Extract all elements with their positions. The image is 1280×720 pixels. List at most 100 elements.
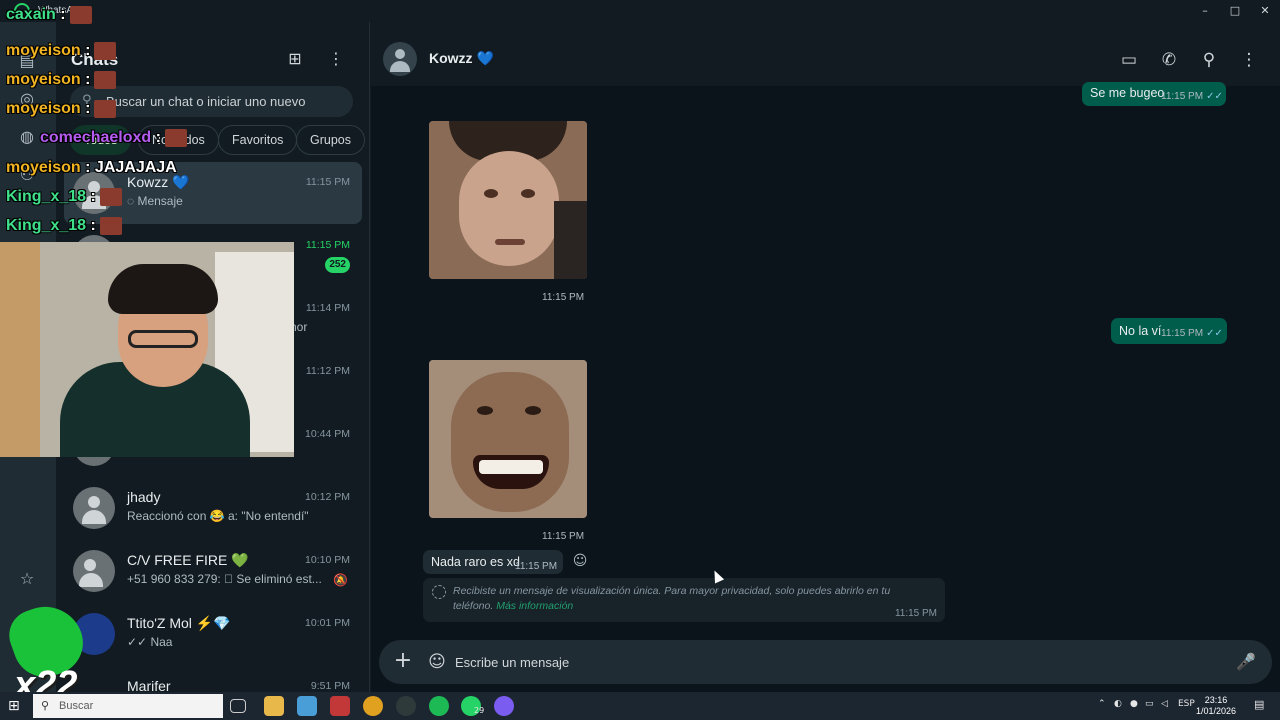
message-time: 11:15 PM bbox=[542, 292, 585, 303]
file-explorer-icon[interactable] bbox=[264, 696, 284, 716]
attach-icon[interactable]: + bbox=[391, 650, 415, 674]
message-time: 11:15 PM ✓✓ bbox=[1161, 91, 1223, 102]
chat-time: 11:15 PM bbox=[305, 239, 350, 251]
chat-search-input[interactable] bbox=[106, 90, 346, 112]
chat-row-marifer[interactable]: Marifer 9:51 PM bbox=[64, 666, 362, 692]
chat-row-free-fire[interactable]: C/V FREE FIRE 💚 10:10 PM +51 960 833 279… bbox=[64, 540, 362, 602]
stream-chat-line: caxain : bbox=[6, 6, 92, 24]
microphone-icon[interactable]: 🎤 bbox=[1234, 650, 1258, 674]
message-time: 11:15 PM ✓✓ bbox=[1161, 328, 1223, 339]
emote-icon bbox=[94, 100, 117, 118]
filter-favorites[interactable]: Favoritos bbox=[218, 125, 298, 155]
chat-name: C/V FREE FIRE 💚 bbox=[127, 552, 249, 568]
unread-badge: 252 bbox=[325, 257, 350, 273]
stream-chat-line: comechaeloxd : bbox=[40, 129, 187, 147]
react-emoji-icon[interactable]: ☺ bbox=[571, 552, 589, 570]
clock-time: 23:16 bbox=[1204, 695, 1228, 705]
emote-icon bbox=[99, 188, 122, 206]
language-indicator[interactable]: ESP bbox=[1178, 699, 1195, 709]
app-icon[interactable] bbox=[494, 696, 514, 716]
spotify-icon[interactable] bbox=[429, 696, 449, 716]
chrome-icon[interactable] bbox=[363, 696, 383, 716]
message-time: 11:15 PM bbox=[894, 608, 937, 619]
emote-icon bbox=[94, 71, 117, 89]
title-bar: WhatsApp – □ ✕ bbox=[0, 0, 1280, 22]
stream-chat-line: King_x_18 : bbox=[6, 217, 122, 235]
chat-name: Marifer bbox=[127, 678, 171, 692]
app-icon[interactable] bbox=[330, 696, 350, 716]
emote-icon bbox=[94, 42, 117, 60]
network-icon[interactable]: ▭ bbox=[1145, 699, 1154, 709]
taskbar-search[interactable]: ⚲ Buscar bbox=[33, 694, 223, 718]
webcam-overlay bbox=[0, 242, 294, 457]
chat-time: 11:12 PM bbox=[305, 365, 350, 377]
windows-taskbar: ⊞ ⚲ Buscar 29 ⌃ ◐ ● ▭ ◁ ESP 23:16 1/01/20… bbox=[0, 692, 1280, 720]
system-clock[interactable]: 23:16 1/01/2026 bbox=[1196, 695, 1236, 717]
emote-icon bbox=[69, 6, 92, 24]
stream-chat-line: moyeison : bbox=[6, 100, 117, 118]
chat-time: 9:51 PM bbox=[310, 680, 350, 692]
message-composer: + ☺ 🎤 bbox=[379, 640, 1272, 684]
message-text: No la ví bbox=[1119, 324, 1162, 338]
chat-time: 10:44 PM bbox=[305, 428, 350, 440]
message-text: Se me bugeo bbox=[1090, 86, 1165, 100]
chat-preview: Reaccionó con 😂 a: "No entendí" bbox=[127, 509, 309, 523]
view-once-notice: Recibiste un mensaje de visualización ún… bbox=[423, 578, 945, 622]
search-icon: ⚲ bbox=[41, 699, 50, 712]
voice-call-icon[interactable]: ✆ bbox=[1157, 48, 1181, 72]
contact-name[interactable]: Kowzz 💙 bbox=[429, 50, 494, 67]
emote-icon bbox=[164, 129, 187, 147]
chat-preview: ◌ Mensaje bbox=[127, 194, 183, 208]
clock-date: 1/01/2026 bbox=[1196, 706, 1237, 716]
search-icon[interactable]: ⚲ bbox=[1197, 48, 1221, 72]
message-outgoing[interactable]: Se me bugeo 11:15 PM ✓✓ bbox=[1082, 82, 1226, 106]
task-view-icon[interactable] bbox=[230, 699, 246, 713]
filter-groups[interactable]: Grupos bbox=[296, 125, 365, 155]
microphone-icon[interactable]: ● bbox=[1130, 699, 1138, 709]
message-outgoing[interactable]: No la ví 11:15 PM ✓✓ bbox=[1111, 318, 1227, 344]
stream-chat-line: moyeison : bbox=[6, 71, 117, 89]
chat-row-jhady[interactable]: jhady 10:12 PM Reaccionó con 😂 a: "No en… bbox=[64, 477, 362, 539]
video-call-icon[interactable]: ▭ bbox=[1117, 48, 1141, 72]
volume-icon[interactable]: ◁ bbox=[1161, 699, 1168, 709]
starred-icon[interactable]: ☆ bbox=[16, 568, 38, 590]
muted-icon: 🔕 bbox=[333, 573, 348, 587]
obs-icon[interactable] bbox=[396, 696, 416, 716]
notifications-icon[interactable]: ▤ bbox=[1254, 698, 1264, 711]
chat-preview: ✓✓ Naa bbox=[127, 635, 173, 649]
contact-avatar[interactable] bbox=[383, 42, 417, 76]
chat-row-ttitoz[interactable]: Ttito'Z Mol ⚡💎 10:01 PM ✓✓ Naa bbox=[64, 603, 362, 665]
conversation-panel: Kowzz 💙 ▭ ✆ ⚲ ⋮ Se me bugeo 11:15 PM ✓✓ 1… bbox=[371, 22, 1280, 692]
tray-app-icon[interactable]: ◐ bbox=[1114, 699, 1122, 709]
close-button[interactable]: ✕ bbox=[1250, 3, 1280, 19]
image-message[interactable] bbox=[429, 360, 587, 518]
windows-start-icon[interactable]: ⊞ bbox=[8, 698, 20, 714]
channels-icon[interactable]: ◍ bbox=[16, 126, 38, 148]
chat-time: 10:12 PM bbox=[305, 491, 350, 503]
stream-chat-line: moyeison : bbox=[6, 42, 117, 60]
tray-chevron-icon[interactable]: ⌃ bbox=[1098, 699, 1106, 709]
taskbar-search-text: Buscar bbox=[59, 700, 94, 712]
menu-icon[interactable]: ⋮ bbox=[1237, 48, 1261, 72]
view-once-icon bbox=[432, 585, 446, 599]
conversation-header: Kowzz 💙 ▭ ✆ ⚲ ⋮ bbox=[371, 22, 1280, 86]
message-incoming[interactable]: Nada raro es xd 11:15 PM bbox=[423, 550, 563, 574]
chat-time: 10:10 PM bbox=[305, 554, 350, 566]
more-info-link[interactable]: Más información bbox=[496, 600, 573, 612]
maximize-button[interactable]: □ bbox=[1220, 3, 1250, 19]
whatsapp-badge: 29 bbox=[474, 706, 485, 715]
menu-icon[interactable]: ⋮ bbox=[325, 48, 347, 70]
image-message[interactable] bbox=[429, 121, 587, 279]
minimize-button[interactable]: – bbox=[1190, 3, 1220, 19]
message-text: Nada raro es xd bbox=[431, 555, 520, 569]
message-input[interactable] bbox=[455, 650, 1195, 674]
chat-time: 11:14 PM bbox=[305, 302, 350, 314]
new-chat-icon[interactable]: ⊞ bbox=[284, 48, 306, 70]
read-ticks-icon: ✓✓ bbox=[1206, 328, 1223, 339]
message-time: 11:15 PM bbox=[542, 531, 585, 542]
emoji-sticker-icon[interactable]: ☺ bbox=[425, 650, 449, 674]
app-icon[interactable] bbox=[297, 696, 317, 716]
whatsapp-window: WhatsApp – □ ✕ ▤ ◎ ◍ ⚇ ☆ ⚙ Chats ⊞ ⋮ ⚲ T… bbox=[0, 0, 1280, 706]
view-once-text: Recibiste un mensaje de visualización ún… bbox=[453, 585, 891, 612]
avatar bbox=[73, 487, 115, 529]
